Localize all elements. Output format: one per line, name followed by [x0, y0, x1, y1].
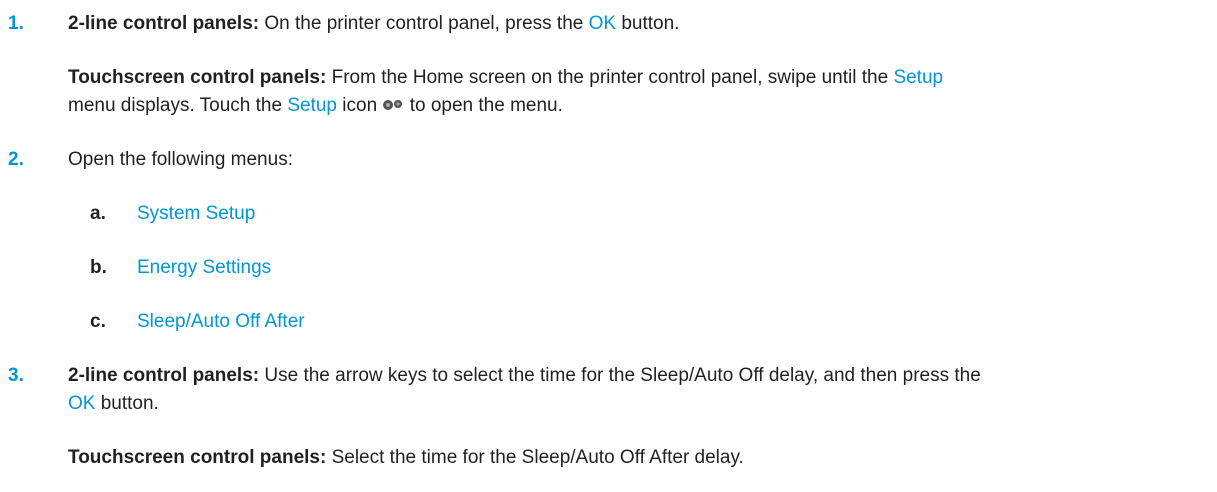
step-3-touch-label: Touchscreen control panels: — [68, 447, 327, 468]
step-3-line-2: OK button. — [68, 390, 159, 419]
step-3-text-1: Use the arrow keys to select the time fo… — [259, 365, 981, 386]
step-1-text-2: button. — [616, 13, 680, 34]
step-1-touch-line-1: Touchscreen control panels: From the Hom… — [68, 64, 943, 93]
step-3-panel-label: 2-line control panels: — [68, 365, 260, 386]
step-3-touch-text: Select the time for the Sleep/Auto Off A… — [326, 447, 744, 468]
step-1-touch-text-1: From the Home screen on the printer cont… — [326, 67, 894, 88]
step-1-panel-label: 2-line control panels: — [68, 13, 260, 34]
gears-icon — [382, 93, 404, 110]
step-3-touch-line: Touchscreen control panels: Select the t… — [68, 444, 744, 473]
ok-button-link-2[interactable]: OK — [68, 393, 95, 414]
ok-button-link[interactable]: OK — [589, 13, 616, 34]
step-3-text-2: button. — [95, 393, 159, 414]
step-2c-letter: c. — [90, 311, 106, 332]
step-1-touch-text-2: menu displays. Touch the — [68, 95, 288, 116]
step-2-number: 2. — [8, 149, 24, 170]
step-1-line-1: 2-line control panels: On the printer co… — [68, 10, 679, 39]
step-3-line-1: 2-line control panels: Use the arrow key… — [68, 362, 981, 391]
step-1-touch-label: Touchscreen control panels: — [68, 67, 327, 88]
menu-item-system-setup[interactable]: System Setup — [137, 200, 255, 229]
step-1-touch-text-3: icon — [337, 95, 383, 116]
setup-icon-link[interactable]: Setup — [287, 95, 337, 116]
step-2b-letter: b. — [90, 257, 107, 278]
step-1-text-1: On the printer control panel, press the — [259, 13, 589, 34]
menu-item-energy-settings[interactable]: Energy Settings — [137, 254, 271, 283]
step-1-touch-text-4: to open the menu. — [404, 95, 563, 116]
menu-item-sleep-auto-off-after[interactable]: Sleep/Auto Off After — [137, 308, 305, 337]
step-1-number: 1. — [8, 13, 24, 34]
setup-menu-link[interactable]: Setup — [893, 67, 943, 88]
step-2-text: Open the following menus: — [68, 149, 293, 170]
step-1-touch-line-2: menu displays. Touch the Setup icon to o… — [68, 92, 563, 121]
step-2a-letter: a. — [90, 203, 106, 224]
step-3-number: 3. — [8, 365, 24, 386]
